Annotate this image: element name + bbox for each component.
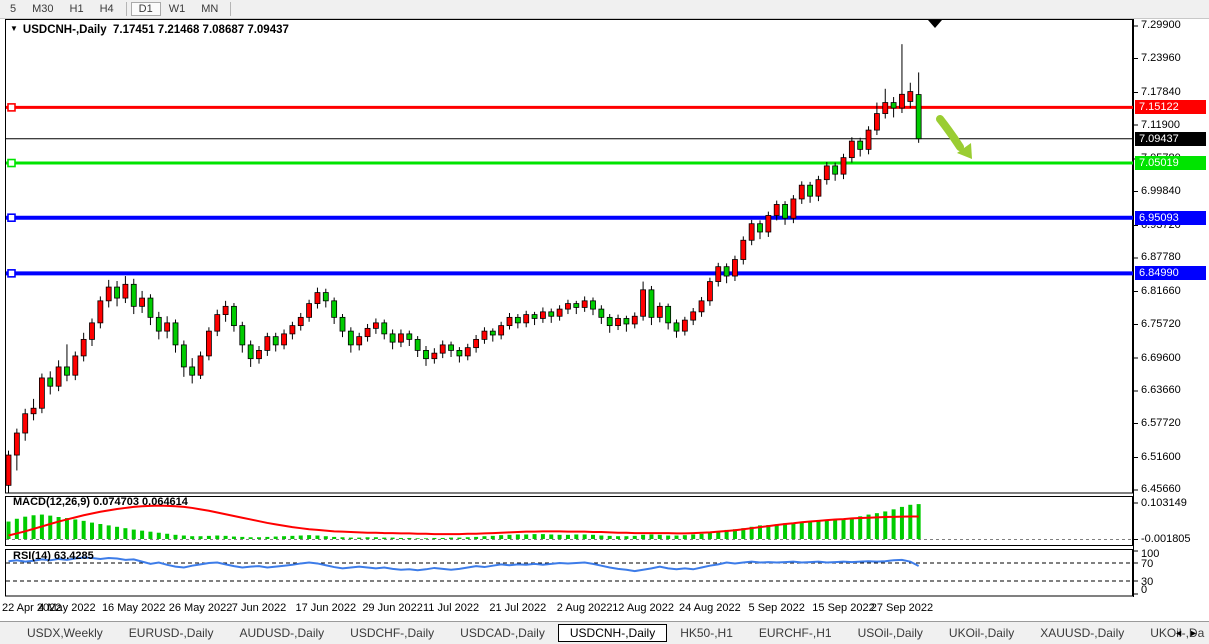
chart-symbol-period: USDCNH-,Daily bbox=[23, 24, 107, 36]
chart-window-title: ▼ USDCNH-,Daily 7.17451 7.21468 7.08687 7… bbox=[10, 24, 289, 36]
price-axis-label: 6.87780 bbox=[1141, 251, 1181, 263]
price-tag-7.05019: 7.05019 bbox=[1135, 156, 1206, 170]
price-axis-label: 6.75720 bbox=[1141, 318, 1181, 330]
chart-ohlc-values: 7.17451 7.21468 7.08687 7.09437 bbox=[113, 24, 289, 36]
line-anchor-marker[interactable] bbox=[8, 104, 15, 111]
symbol-tab-bar: USDX,WeeklyEURUSD-,DailyAUDUSD-,DailyUSD… bbox=[0, 621, 1209, 644]
price-axis-label: 6.81660 bbox=[1141, 285, 1181, 297]
tab-UKOil-Daily[interactable]: UKOil-,Daily bbox=[936, 624, 1027, 642]
tab-USDX-Weekly[interactable]: USDX,Weekly bbox=[14, 624, 116, 642]
price-axis-label: 6.51600 bbox=[1141, 451, 1181, 463]
tab-scroll-left-icon[interactable]: ◄ bbox=[1174, 628, 1189, 638]
tab-XAUUSD-Daily[interactable]: XAUUSD-,Daily bbox=[1027, 624, 1137, 642]
price-tag-7.09437: 7.09437 bbox=[1135, 132, 1206, 146]
price-axis-label: 6.69600 bbox=[1141, 352, 1181, 364]
tab-EURCHF-H1[interactable]: EURCHF-,H1 bbox=[746, 624, 845, 642]
tab-USOil-Daily[interactable]: USOil-,Daily bbox=[845, 624, 936, 642]
macd-axis-label: 0.103149 bbox=[1141, 497, 1187, 509]
price-axis-label: 7.11900 bbox=[1141, 119, 1180, 131]
line-anchor-marker[interactable] bbox=[8, 214, 15, 221]
tab-scroll-arrows: ◄► bbox=[1174, 628, 1204, 638]
rsi-axis-label: 70 bbox=[1141, 558, 1153, 570]
line-anchor-marker[interactable] bbox=[8, 270, 15, 277]
price-tag-7.15122: 7.15122 bbox=[1135, 100, 1206, 114]
price-axis-label: 6.99840 bbox=[1141, 185, 1181, 197]
price-tag-6.95093: 6.95093 bbox=[1135, 211, 1206, 225]
chart-canvas[interactable] bbox=[0, 0, 1209, 644]
rsi-indicator-label: RSI(14) 63.4285 bbox=[13, 550, 94, 562]
tab-USDCNH-Daily[interactable]: USDCNH-,Daily bbox=[558, 624, 667, 642]
tab-scroll-right-icon[interactable]: ► bbox=[1189, 628, 1204, 638]
rsi-panel-frame bbox=[6, 550, 1133, 597]
tab-HK50-H1[interactable]: HK50-,H1 bbox=[667, 624, 746, 642]
price-axis-label: 6.63660 bbox=[1141, 384, 1181, 396]
price-axis-label: 7.17840 bbox=[1141, 86, 1181, 98]
tab-AUDUSD-Daily[interactable]: AUDUSD-,Daily bbox=[226, 624, 337, 642]
macd-indicator-label: MACD(12,26,9) 0.074703 0.064614 bbox=[13, 496, 188, 508]
price-axis-label: 7.29900 bbox=[1141, 19, 1181, 31]
macd-axis-label: -0.001805 bbox=[1141, 533, 1191, 545]
price-tag-6.84990: 6.84990 bbox=[1135, 266, 1206, 280]
price-axis-label: 7.23960 bbox=[1141, 52, 1181, 64]
price-axis-label: 6.57720 bbox=[1141, 417, 1181, 429]
tab-EURUSD-Daily[interactable]: EURUSD-,Daily bbox=[116, 624, 227, 642]
price-axis-label: 6.45660 bbox=[1141, 483, 1181, 495]
rsi-axis-label: 0 bbox=[1141, 584, 1147, 596]
expand-arrow-icon[interactable]: ▼ bbox=[10, 24, 18, 33]
tab-USDCAD-Daily[interactable]: USDCAD-,Daily bbox=[447, 624, 558, 642]
date-axis-label: 27 Sep 2022 bbox=[856, 602, 948, 614]
tab-USDCHF-Daily[interactable]: USDCHF-,Daily bbox=[337, 624, 447, 642]
main-chart-frame bbox=[6, 20, 1133, 494]
line-anchor-marker[interactable] bbox=[8, 160, 15, 167]
